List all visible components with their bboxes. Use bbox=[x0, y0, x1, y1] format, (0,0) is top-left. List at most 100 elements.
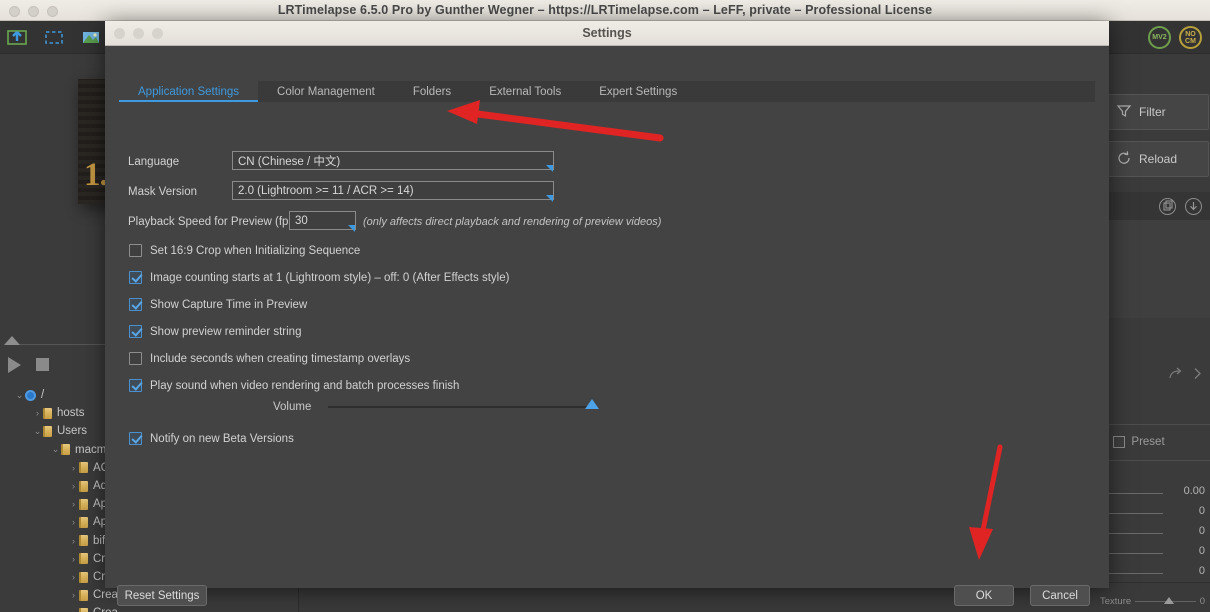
file-tree-item[interactable]: ⌄ macmi bbox=[0, 441, 109, 459]
stop-button[interactable] bbox=[36, 358, 49, 371]
play-button[interactable] bbox=[8, 357, 21, 373]
slider-row[interactable]: 0 bbox=[1101, 564, 1210, 584]
disclosure-triangle-icon[interactable]: › bbox=[68, 499, 79, 509]
export-icon[interactable] bbox=[6, 26, 28, 48]
image-counting-checkbox[interactable] bbox=[129, 271, 142, 284]
image-counting-checkbox-label: Image counting starts at 1 (Lightroom st… bbox=[150, 271, 510, 284]
disclosure-triangle-icon[interactable]: › bbox=[68, 590, 79, 600]
disclosure-triangle-icon[interactable]: › bbox=[68, 554, 79, 564]
language-dropdown[interactable]: CN (Chinese / 中文) bbox=[232, 151, 554, 172]
image-icon[interactable] bbox=[80, 26, 102, 48]
status-badges: MV2 NO CM bbox=[1148, 26, 1202, 49]
file-tree-label: macmi bbox=[75, 443, 109, 456]
slider-value: 0 bbox=[1198, 525, 1205, 537]
reminder-string-checkbox[interactable] bbox=[129, 325, 142, 338]
share-icon[interactable] bbox=[1169, 367, 1184, 383]
texture-knob[interactable] bbox=[1164, 597, 1175, 604]
volume-knob[interactable] bbox=[585, 399, 600, 409]
checkbox-row-beta-versions[interactable]: Notify on new Beta Versions bbox=[129, 432, 294, 445]
checkbox-row-play-sound[interactable]: Play sound when video rendering and batc… bbox=[129, 379, 459, 392]
file-tree-item[interactable]: › bifr bbox=[0, 532, 109, 550]
reload-label: Reload bbox=[1139, 152, 1178, 166]
cancel-button[interactable]: Cancel bbox=[1030, 585, 1090, 606]
preset-checkbox[interactable] bbox=[1113, 436, 1126, 448]
slider-row[interactable]: 0 bbox=[1101, 504, 1210, 524]
copy-icon[interactable] bbox=[1159, 197, 1176, 215]
slider-row[interactable]: 0 bbox=[1101, 524, 1210, 544]
reset-settings-button[interactable]: Reset Settings bbox=[117, 585, 207, 606]
toolbar-icon-group bbox=[6, 26, 102, 48]
disclosure-triangle-icon[interactable]: › bbox=[68, 536, 79, 546]
file-tree-item[interactable]: › App bbox=[0, 513, 113, 531]
filter-button[interactable]: Filter bbox=[1105, 94, 1209, 130]
folder-icon bbox=[79, 571, 88, 583]
disclosure-triangle-icon[interactable]: › bbox=[68, 481, 79, 491]
beta-versions-checkbox[interactable] bbox=[129, 432, 142, 445]
disclosure-triangle-icon[interactable]: › bbox=[68, 463, 79, 473]
volume-slider-row[interactable]: Volume bbox=[273, 399, 600, 413]
dialog-title: Settings bbox=[582, 26, 632, 40]
file-tree-item[interactable]: ›Crea bbox=[0, 586, 118, 604]
disclosure-triangle-icon[interactable]: ⌄ bbox=[32, 426, 43, 437]
filter-label: Filter bbox=[1139, 105, 1166, 119]
timeline-playhead[interactable] bbox=[4, 336, 20, 345]
play-sound-checkbox[interactable] bbox=[129, 379, 142, 392]
file-tree-label: / bbox=[41, 389, 45, 402]
checkbox-row-image-counting[interactable]: Image counting starts at 1 (Lightroom st… bbox=[129, 271, 509, 284]
slider-value: 0 bbox=[1198, 545, 1205, 557]
file-tree-item[interactable]: ⌄ / bbox=[0, 386, 44, 404]
ok-button[interactable]: OK bbox=[954, 585, 1014, 606]
chevron-right-icon[interactable] bbox=[1193, 367, 1202, 383]
checkbox-row-crop[interactable]: Set 16:9 Crop when Initializing Sequence bbox=[129, 244, 360, 257]
download-icon[interactable] bbox=[1185, 197, 1202, 215]
include-seconds-checkbox[interactable] bbox=[129, 352, 142, 365]
checkbox-row-include-seconds[interactable]: Include seconds when creating timestamp … bbox=[129, 352, 410, 365]
file-tree-item[interactable]: › App bbox=[0, 495, 113, 513]
window-titlebar: LRTimelapse 6.5.0 Pro by Gunther Wegner … bbox=[0, 0, 1210, 21]
disclosure-triangle-icon[interactable]: › bbox=[32, 408, 43, 418]
folder-icon bbox=[79, 589, 88, 601]
slider-track[interactable] bbox=[1101, 573, 1163, 574]
disclosure-triangle-icon[interactable]: › bbox=[68, 572, 79, 582]
reload-button[interactable]: Reload bbox=[1105, 141, 1209, 177]
file-tree-item[interactable]: ›Crea bbox=[0, 550, 118, 568]
play-sound-checkbox-label: Play sound when video rendering and batc… bbox=[150, 379, 460, 392]
slider-track[interactable] bbox=[1101, 553, 1163, 554]
slider-row[interactable]: 0 bbox=[1101, 544, 1210, 564]
preset-row[interactable]: n Preset bbox=[1101, 432, 1210, 452]
playback-speed-label: Playback Speed for Preview (fps) bbox=[128, 216, 299, 228]
slider-track[interactable] bbox=[1101, 513, 1163, 514]
file-tree-item[interactable]: ›Crea bbox=[0, 604, 118, 612]
slider-track[interactable] bbox=[1101, 493, 1163, 494]
dialog-titlebar: Settings bbox=[105, 21, 1109, 46]
disclosure-triangle-icon[interactable]: › bbox=[68, 517, 79, 527]
checkbox-row-capture-time[interactable]: Show Capture Time in Preview bbox=[129, 298, 307, 311]
file-tree-item[interactable]: ›Adm bbox=[0, 477, 117, 495]
slider-track[interactable] bbox=[1101, 533, 1163, 534]
disclosure-triangle-icon[interactable]: › bbox=[68, 608, 79, 612]
folder-icon bbox=[79, 516, 88, 528]
file-tree-item[interactable]: ›ACP bbox=[0, 459, 117, 477]
playback-speed-input[interactable]: 30 bbox=[289, 211, 356, 232]
file-tree-item[interactable]: ⌄ Users bbox=[0, 422, 87, 440]
window-title: LRTimelapse 6.5.0 Pro by Gunther Wegner … bbox=[277, 3, 933, 17]
file-tree-item[interactable]: ›Crea bbox=[0, 568, 118, 586]
mask-version-dropdown[interactable]: 2.0 (Lightroom >= 11 / ACR >= 14) bbox=[232, 181, 554, 202]
screen: LRTimelapse 6.5.0 Pro by Gunther Wegner … bbox=[0, 0, 1210, 612]
slider-row[interactable]: 0.00 bbox=[1101, 484, 1210, 504]
disclosure-triangle-icon[interactable]: ⌄ bbox=[14, 390, 25, 401]
folder-icon bbox=[79, 462, 88, 474]
slider-value: 0.00 bbox=[1183, 485, 1205, 497]
texture-label: Texture bbox=[1100, 596, 1132, 607]
disclosure-triangle-icon[interactable]: ⌄ bbox=[50, 444, 61, 455]
beta-versions-checkbox-label: Notify on new Beta Versions bbox=[150, 432, 294, 445]
crop-checkbox[interactable] bbox=[129, 244, 142, 257]
capture-time-checkbox[interactable] bbox=[129, 298, 142, 311]
volume-track[interactable] bbox=[328, 399, 600, 409]
texture-slider-row[interactable]: Texture 0 bbox=[1100, 596, 1205, 607]
checkbox-row-reminder-string[interactable]: Show preview reminder string bbox=[129, 325, 301, 338]
file-tree-item[interactable]: › hosts bbox=[0, 404, 85, 422]
crop-checkbox-label: Set 16:9 Crop when Initializing Sequence bbox=[150, 244, 361, 257]
texture-track[interactable] bbox=[1135, 597, 1196, 604]
selection-icon[interactable] bbox=[43, 26, 65, 48]
